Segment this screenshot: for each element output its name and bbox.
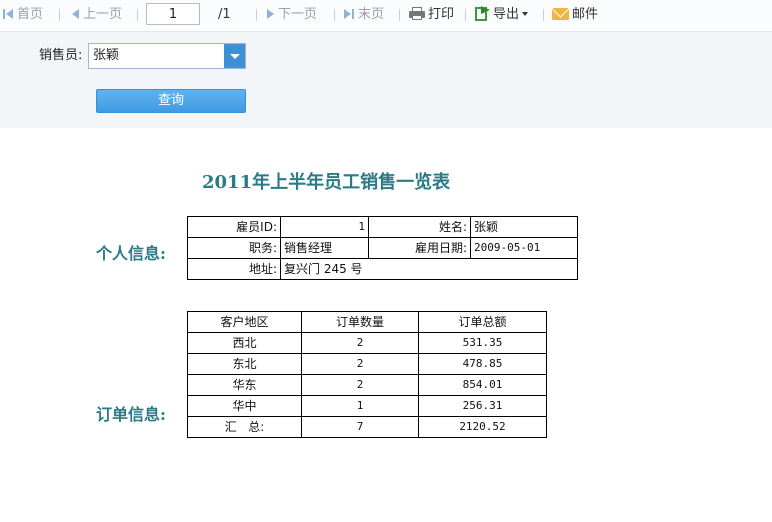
table-row: 华中 1 256.31 <box>187 395 547 417</box>
name-label: 姓名: <box>368 216 471 238</box>
order-info-label: 订单信息: <box>96 405 166 424</box>
toolbar-divider <box>543 9 544 21</box>
address-value: 复兴门 245 号 <box>280 258 578 280</box>
salesperson-select[interactable]: 张颖 <box>88 43 246 69</box>
first-page-button[interactable]: 首页 <box>3 6 43 24</box>
first-page-icon <box>3 9 5 19</box>
count-cell: 1 <box>301 395 419 417</box>
report-title: 2011年上半年员工销售一览表 <box>202 172 451 193</box>
chevron-down-icon <box>522 12 529 16</box>
table-header-row: 客户地区 订单数量 订单总额 <box>187 311 547 333</box>
salesperson-select-value: 张颖 <box>93 48 120 63</box>
count-cell: 2 <box>301 332 419 354</box>
summary-count: 7 <box>301 416 419 438</box>
address-label: 地址: <box>187 258 281 280</box>
table-row: 西北 2 531.35 <box>187 332 547 354</box>
total-cell: 854.01 <box>418 374 547 396</box>
page-number-input[interactable] <box>146 3 200 25</box>
export-button[interactable]: 导出 <box>475 6 529 24</box>
toolbar-divider <box>137 9 138 21</box>
print-button[interactable]: 打印 <box>409 6 454 24</box>
report-toolbar: 首页 上一页 /1 下一页 末页 打印 导出 邮件 <box>0 0 772 32</box>
prev-page-button[interactable]: 上一页 <box>72 6 122 24</box>
column-header: 订单总额 <box>418 311 547 333</box>
employee-id-label: 雇员ID: <box>187 216 281 238</box>
count-cell: 2 <box>301 353 419 375</box>
order-info-table: 客户地区 订单数量 订单总额 西北 2 531.35 东北 2 478.85 华… <box>187 311 547 438</box>
last-page-icon <box>344 9 351 19</box>
export-icon <box>475 6 490 21</box>
total-cell: 531.35 <box>418 332 547 354</box>
summary-total: 2120.52 <box>418 416 547 438</box>
position-label: 职务: <box>187 237 281 259</box>
region-cell: 西北 <box>187 332 302 354</box>
summary-row: 汇 总: 7 2120.52 <box>187 416 547 438</box>
count-cell: 2 <box>301 374 419 396</box>
mail-button[interactable]: 邮件 <box>552 6 598 24</box>
next-page-icon <box>267 9 274 19</box>
next-page-button[interactable]: 下一页 <box>267 6 317 24</box>
personal-info-table: 雇员ID: 1 姓名: 张颖 职务: 销售经理 雇用日期: 2009-05-01… <box>187 216 578 280</box>
total-cell: 478.85 <box>418 353 547 375</box>
region-cell: 华中 <box>187 395 302 417</box>
summary-label: 汇 总: <box>187 416 302 438</box>
table-row: 东北 2 478.85 <box>187 353 547 375</box>
position-value: 销售经理 <box>280 237 369 259</box>
hire-date-value: 2009-05-01 <box>470 237 578 259</box>
hire-date-label: 雇用日期: <box>368 237 471 259</box>
total-cell: 256.31 <box>418 395 547 417</box>
table-row: 雇员ID: 1 姓名: 张颖 <box>187 216 578 238</box>
table-row: 职务: 销售经理 雇用日期: 2009-05-01 <box>187 237 578 259</box>
last-page-button[interactable]: 末页 <box>344 6 384 24</box>
personal-info-label: 个人信息: <box>96 244 166 263</box>
toolbar-divider <box>465 9 466 21</box>
employee-id-value: 1 <box>280 216 369 238</box>
printer-icon <box>409 7 425 20</box>
table-row: 地址: 复兴门 245 号 <box>187 258 578 280</box>
table-row: 华东 2 854.01 <box>187 374 547 396</box>
region-cell: 东北 <box>187 353 302 375</box>
query-button[interactable]: 查询 <box>96 89 246 113</box>
page-total: /1 <box>218 7 231 22</box>
toolbar-divider <box>399 9 400 21</box>
prev-page-icon <box>72 9 79 19</box>
column-header: 客户地区 <box>187 311 302 333</box>
toolbar-divider <box>256 9 257 21</box>
region-cell: 华东 <box>187 374 302 396</box>
chevron-down-icon <box>230 54 240 59</box>
dropdown-button[interactable] <box>224 44 245 68</box>
salesperson-label: 销售员: <box>39 48 83 63</box>
name-value: 张颖 <box>470 216 578 238</box>
toolbar-divider <box>334 9 335 21</box>
toolbar-divider <box>59 9 60 21</box>
mail-icon <box>552 8 569 20</box>
column-header: 订单数量 <box>301 311 419 333</box>
